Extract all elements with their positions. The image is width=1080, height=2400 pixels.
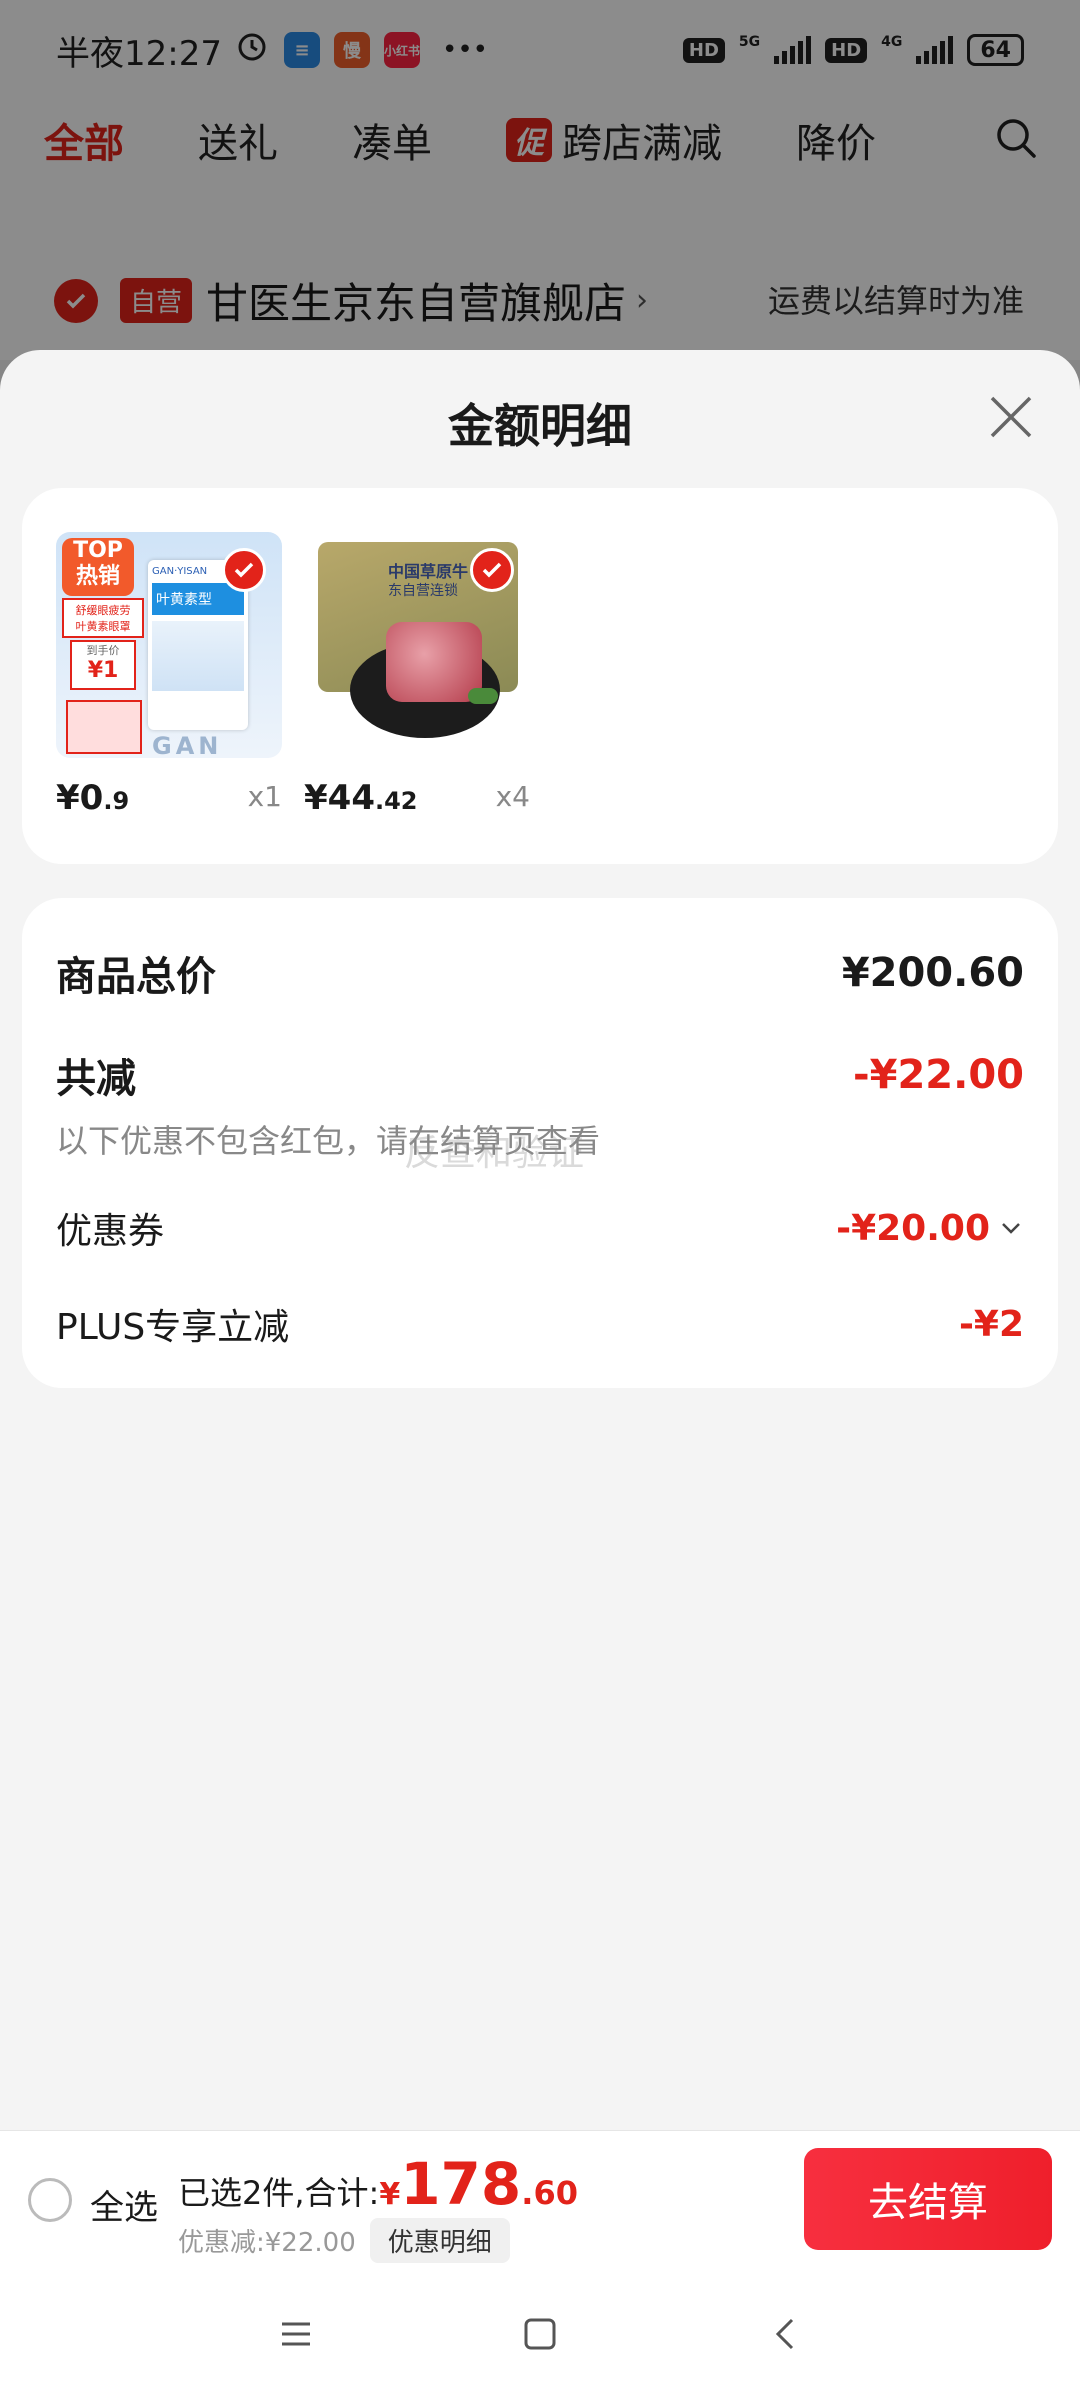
thumb-tag-4: ¥1 xyxy=(87,658,119,683)
price-integer: ¥44 xyxy=(304,778,375,818)
top-badge: TOP xyxy=(73,538,123,563)
product-item[interactable]: TOP 热销 舒缓眼疲劳 叶黄素眼罩 到手价 ¥1 GAN·YISAN 叶黄素型… xyxy=(56,532,282,818)
product-price: ¥0.9 xyxy=(56,778,129,818)
product-selected-check-icon[interactable] xyxy=(222,548,266,592)
chevron-down-icon xyxy=(1002,1223,1020,1234)
price-integer: ¥0 xyxy=(56,778,104,818)
price-decimal: .42 xyxy=(374,787,418,815)
reduction-label: 共减 xyxy=(56,1056,136,1102)
coupon-value: -¥20.00 xyxy=(836,1207,990,1249)
discount-amount: 优惠减:¥22.00 xyxy=(178,2228,356,2258)
thumb-tag-2: 叶黄素眼罩 xyxy=(75,620,131,633)
plus-value: -¥2 xyxy=(958,1303,1024,1345)
menu-icon[interactable] xyxy=(274,2312,318,2356)
plus-row: PLUS专享立减 -¥2 xyxy=(56,1298,1024,1350)
thumb-bag-text: 中国草原牛 xyxy=(388,562,469,581)
select-all-radio[interactable] xyxy=(28,2178,72,2222)
sheet-title: 金额明细 xyxy=(448,399,632,453)
back-icon[interactable] xyxy=(764,2312,808,2356)
discount-detail-button[interactable]: 优惠明细 xyxy=(369,2218,510,2263)
home-icon[interactable] xyxy=(518,2312,562,2356)
total-decimal: .60 xyxy=(521,2174,578,2212)
thumb-tag-1: 舒缓眼疲劳 xyxy=(75,604,131,617)
reduction-value: -¥22.00 xyxy=(853,1052,1024,1098)
product-item[interactable]: 中国草原牛 东自营连锁 ¥44.42 x4 xyxy=(304,532,530,818)
thumb-bag-text-2: 东自营连锁 xyxy=(388,583,458,599)
subtotal-label: 商品总价 xyxy=(56,954,216,1000)
select-all-label[interactable]: 全选 xyxy=(90,2180,158,2229)
close-icon[interactable] xyxy=(986,392,1036,442)
selected-count: 已选2件,合计: xyxy=(178,2174,380,2212)
total-integer: 178 xyxy=(400,2150,522,2218)
coupon-label: 优惠券 xyxy=(56,1211,165,1252)
watermark: 反查和验证 xyxy=(404,1133,585,1174)
product-quantity: x4 xyxy=(495,780,530,813)
total-line: 已选2件,合计: ¥ 178 .60 xyxy=(178,2150,578,2218)
checkout-button[interactable]: 去结算 xyxy=(804,2148,1052,2250)
coupon-row[interactable]: 优惠券 -¥20.00 xyxy=(56,1202,1024,1254)
plus-label: PLUS专享立减 xyxy=(56,1307,290,1348)
product-price: ¥44.42 xyxy=(304,778,418,818)
subtotal-value: ¥200.60 xyxy=(841,950,1024,996)
product-quantity: x1 xyxy=(247,780,282,813)
subtotal-row: 商品总价 ¥200.60 xyxy=(56,944,1024,1002)
hot-badge: 热销 xyxy=(75,564,120,589)
reduction-row: 共减 -¥22.00 xyxy=(56,1046,1024,1104)
price-decimal: .9 xyxy=(103,787,130,815)
coupon-value-group[interactable]: -¥20.00 xyxy=(836,1208,1024,1249)
total-currency: ¥ xyxy=(379,2177,401,2212)
product-selected-check-icon[interactable] xyxy=(470,548,514,592)
thumb-tag-3: 到手价 xyxy=(86,644,120,657)
discount-line: 优惠减:¥22.00 优惠明细 xyxy=(178,2218,510,2263)
